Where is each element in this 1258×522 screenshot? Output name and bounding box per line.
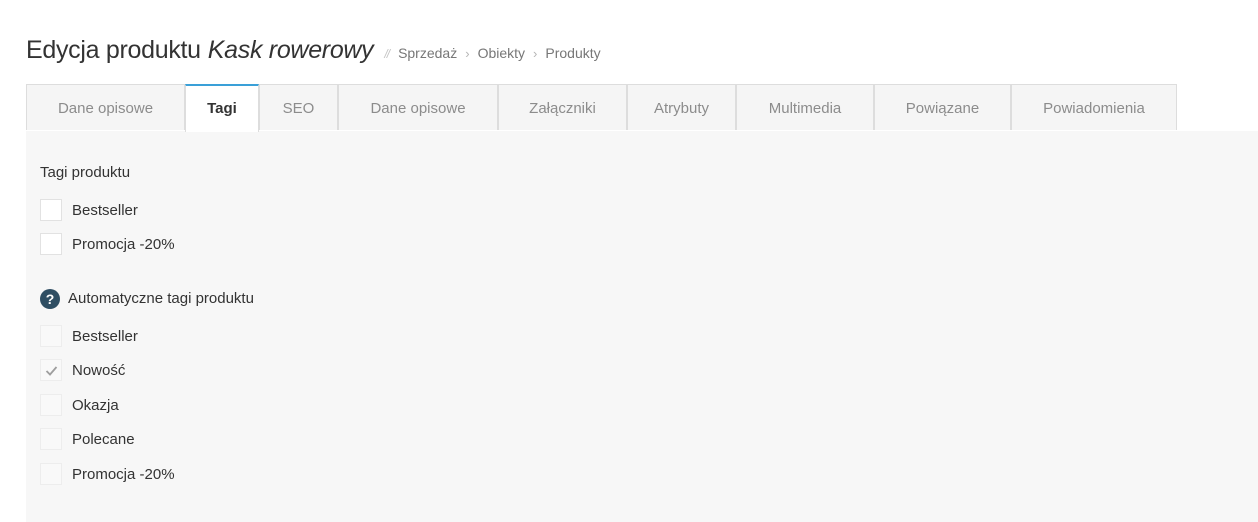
checkbox-disabled bbox=[40, 463, 62, 485]
breadcrumb-separator: // bbox=[384, 47, 390, 61]
breadcrumb: Sprzedaż › Obiekty › Produkty bbox=[398, 45, 601, 61]
checkmark-icon bbox=[45, 366, 58, 376]
checkbox[interactable] bbox=[40, 233, 62, 255]
checkbox-label: Promocja -20% bbox=[72, 465, 175, 483]
tab-powiadomienia[interactable]: Powiadomienia bbox=[1011, 84, 1177, 130]
product-edit-page: Edycja produktu Kask rowerowy // Sprzedaż… bbox=[0, 0, 1258, 522]
page-header: Edycja produktu Kask rowerowy // Sprzedaż… bbox=[26, 36, 601, 72]
breadcrumb-item-produkty[interactable]: Produkty bbox=[545, 45, 600, 61]
auto-tags-label-row: ? Automatyczne tagi produktu bbox=[40, 289, 254, 309]
auto-tags-label: Automatyczne tagi produktu bbox=[68, 289, 254, 307]
page-title-product-name: Kask rowerowy bbox=[207, 36, 374, 64]
page-title: Edycja produktu Kask rowerowy bbox=[26, 36, 374, 65]
chevron-right-icon: › bbox=[465, 46, 470, 61]
checkbox-label: Bestseller bbox=[72, 201, 138, 219]
chevron-right-icon: › bbox=[533, 46, 538, 61]
tab-tagi[interactable]: Tagi bbox=[185, 84, 259, 132]
checkbox-label: Bestseller bbox=[72, 327, 138, 345]
product-tags-label: Tagi produktu bbox=[40, 164, 131, 181]
checkbox-label: Promocja -20% bbox=[72, 235, 175, 253]
product-tag-bestseller[interactable]: Bestseller bbox=[40, 198, 138, 222]
tab-seo[interactable]: SEO bbox=[259, 84, 338, 130]
page-title-prefix: Edycja produktu bbox=[26, 36, 201, 64]
auto-tag-okazja: Okazja bbox=[40, 393, 119, 417]
checkbox-disabled bbox=[40, 428, 62, 450]
auto-tag-polecane: Polecane bbox=[40, 427, 135, 451]
auto-tag-nowosc: Nowość bbox=[40, 358, 125, 382]
tab-dane-opisowe-2[interactable]: Dane opisowe bbox=[338, 84, 498, 130]
breadcrumb-item-sprzedaz[interactable]: Sprzedaż bbox=[398, 45, 457, 61]
checkbox-label: Okazja bbox=[72, 396, 119, 414]
checkbox-disabled-checked bbox=[40, 359, 62, 381]
question-circle-icon[interactable]: ? bbox=[40, 289, 60, 309]
tags-panel: Tagi produktu Bestseller Promocja -20% ?… bbox=[26, 131, 1258, 522]
product-tag-promocja[interactable]: Promocja -20% bbox=[40, 232, 175, 256]
checkbox-label: Nowość bbox=[72, 361, 126, 379]
tab-multimedia[interactable]: Multimedia bbox=[736, 84, 874, 130]
tab-zalaczniki[interactable]: Załączniki bbox=[498, 84, 627, 130]
breadcrumb-item-obiekty[interactable]: Obiekty bbox=[478, 45, 525, 61]
checkbox-label: Polecane bbox=[72, 430, 135, 448]
auto-tag-promocja: Promocja -20% bbox=[40, 462, 175, 486]
checkbox[interactable] bbox=[40, 199, 62, 221]
tab-atrybuty[interactable]: Atrybuty bbox=[627, 84, 736, 130]
tab-dane-opisowe[interactable]: Dane opisowe bbox=[26, 84, 185, 130]
tab-powiazane[interactable]: Powiązane bbox=[874, 84, 1011, 130]
checkbox-disabled bbox=[40, 325, 62, 347]
tab-bar: Dane opisowe Tagi SEO Dane opisowe Załąc… bbox=[26, 84, 1258, 132]
checkbox-disabled bbox=[40, 394, 62, 416]
auto-tag-bestseller: Bestseller bbox=[40, 324, 138, 348]
